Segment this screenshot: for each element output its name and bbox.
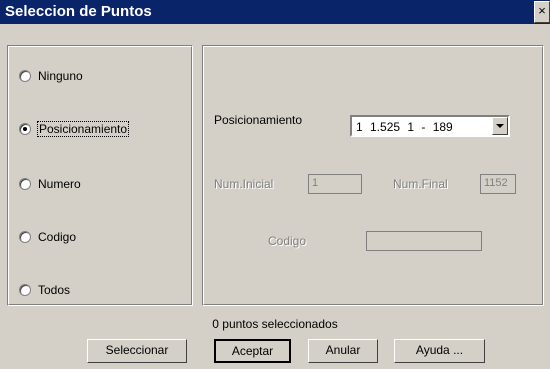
num-inicial-field[interactable]: 1 [308, 174, 362, 194]
radio-todos[interactable]: Todos [19, 282, 70, 298]
radio-button-selected[interactable] [19, 123, 31, 135]
selection-count-status: 0 puntos seleccionados [212, 317, 338, 331]
close-icon[interactable]: × [534, 1, 550, 23]
radio-label: Todos [38, 283, 71, 297]
radio-button[interactable] [19, 284, 31, 296]
codigo-field[interactable] [366, 231, 482, 251]
title-bar[interactable]: Seleccion de Puntos × [0, 0, 550, 24]
dialog-window: Seleccion de Puntos × Ninguno Posicionam… [0, 0, 550, 369]
radio-label: Codigo [38, 230, 77, 244]
radio-button[interactable] [19, 178, 31, 190]
radio-ninguno[interactable]: Ninguno [19, 68, 83, 84]
radio-label: Posicionamiento [36, 121, 130, 137]
chevron-down-icon[interactable] [492, 117, 508, 135]
num-inicial-label: Num.Inicial [214, 177, 274, 191]
num-final-label: Num.Final [393, 177, 448, 191]
codigo-label: Codigo [268, 234, 307, 248]
radio-label: Numero [38, 177, 81, 191]
radio-button[interactable] [19, 231, 31, 243]
radio-numero[interactable]: Numero [19, 176, 81, 192]
seleccionar-button[interactable]: Seleccionar [87, 339, 187, 363]
num-final-field[interactable]: 1152 [480, 174, 516, 194]
posicionamiento-label: Posicionamiento [214, 113, 303, 127]
window-title: Seleccion de Puntos [5, 3, 152, 20]
radio-button[interactable] [19, 70, 31, 82]
radio-posicionamiento[interactable]: Posicionamiento [19, 121, 130, 137]
radio-codigo[interactable]: Codigo [19, 229, 76, 245]
ayuda-button[interactable]: Ayuda ... [394, 339, 485, 363]
aceptar-button[interactable]: Aceptar [214, 339, 291, 363]
radio-label: Ninguno [38, 69, 83, 83]
anular-button[interactable]: Anular [308, 339, 378, 363]
posicionamiento-value: 1 1.525 1 - 189 [356, 120, 453, 134]
posicionamiento-select[interactable]: 1 1.525 1 - 189 [350, 115, 510, 137]
